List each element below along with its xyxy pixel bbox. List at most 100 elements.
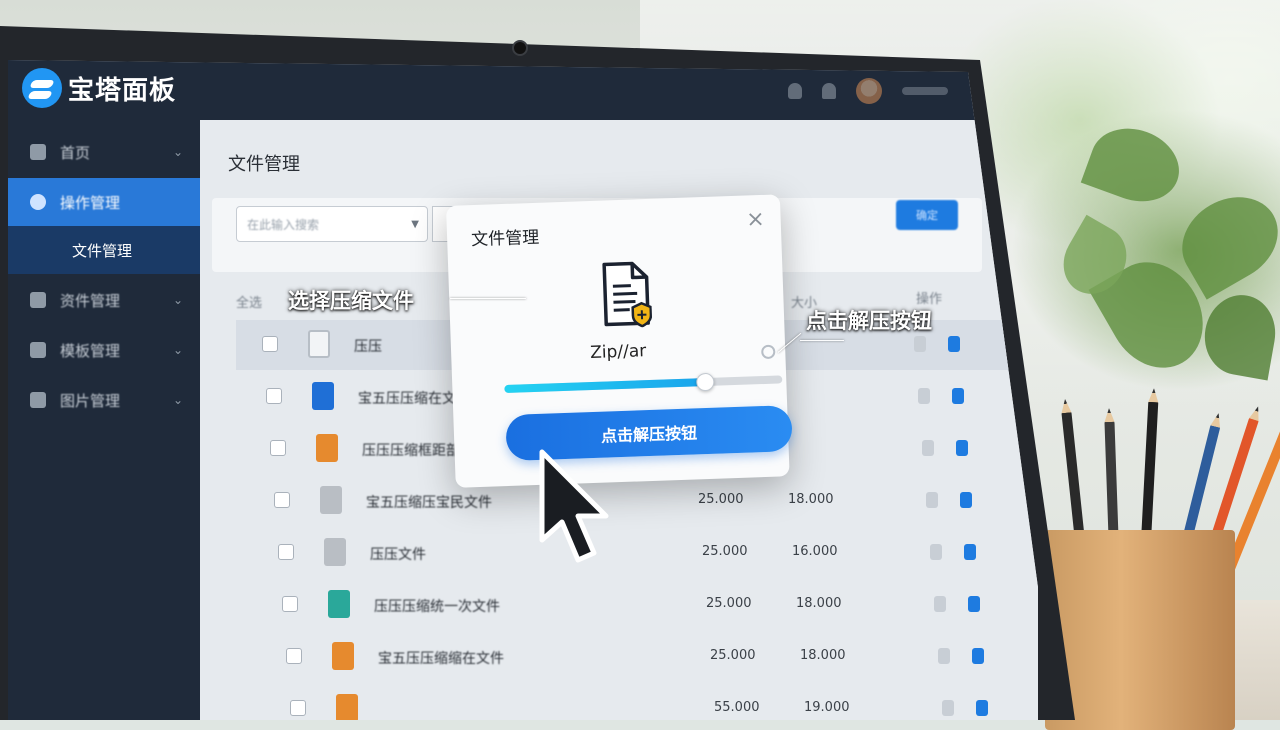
annotation-line xyxy=(800,340,844,341)
home-icon xyxy=(30,144,46,160)
table-row[interactable]: 55.000 19.000 xyxy=(264,684,1038,720)
dialog-title: 文件管理 xyxy=(471,223,540,250)
row-edit-icon[interactable] xyxy=(976,700,988,716)
sidebar-item-assets[interactable]: 资件管理 ⌄ xyxy=(8,276,200,324)
pencil-holder xyxy=(1045,530,1235,730)
file-size: 25.000 xyxy=(710,648,756,663)
row-edit-icon[interactable] xyxy=(972,648,984,664)
row-checkbox[interactable] xyxy=(286,648,302,664)
file-name: 压压压缩统一次文件 xyxy=(374,596,500,616)
row-action-icon[interactable] xyxy=(930,544,942,560)
progress-fill xyxy=(504,378,704,393)
file-type-label: Zip//ar xyxy=(451,336,785,368)
row-action-icon[interactable] xyxy=(934,596,946,612)
row-action-icon[interactable] xyxy=(922,440,934,456)
file-icon xyxy=(324,538,346,566)
file-size: 25.000 xyxy=(706,596,752,611)
sidebar-item-images[interactable]: 图片管理 ⌄ xyxy=(8,376,200,424)
row-edit-icon[interactable] xyxy=(964,544,976,560)
user-icon[interactable] xyxy=(788,83,802,99)
radio-icon[interactable] xyxy=(761,345,775,359)
file-date: 18.000 xyxy=(796,596,842,611)
slider-handle[interactable] xyxy=(696,373,715,392)
file-icon xyxy=(320,486,342,514)
select-all-label[interactable]: 全选 xyxy=(236,292,262,311)
mouse-pointer-icon xyxy=(536,448,616,570)
asset-icon xyxy=(30,292,46,308)
row-action-icon[interactable] xyxy=(938,648,950,664)
file-icon xyxy=(308,330,330,358)
row-checkbox[interactable] xyxy=(266,388,282,404)
chevron-down-icon: ▼ xyxy=(411,219,419,230)
row-action-icon[interactable] xyxy=(914,336,926,352)
file-date: 19.000 xyxy=(804,700,850,715)
file-name: 压压压缩框距部 xyxy=(362,440,460,460)
file-icon xyxy=(336,694,358,720)
annotation-line xyxy=(450,298,526,299)
row-checkbox[interactable] xyxy=(262,336,278,352)
row-checkbox[interactable] xyxy=(274,492,290,508)
file-name: 宝五压压缩缩在文件 xyxy=(378,648,504,668)
sidebar-item-templates[interactable]: 模板管理 ⌄ xyxy=(8,326,200,374)
table-row[interactable]: 压压文件25.00016.000 xyxy=(252,528,1038,578)
file-icon xyxy=(312,382,334,410)
file-date: 18.000 xyxy=(788,492,834,507)
sidebar-item-file-manager[interactable]: 文件管理 xyxy=(8,226,200,274)
extract-dialog: 文件管理 × Zip//ar 点击解压按钮 xyxy=(446,194,790,487)
row-action-icon[interactable] xyxy=(918,388,930,404)
row-edit-icon[interactable] xyxy=(952,388,964,404)
bell-icon[interactable] xyxy=(822,83,836,99)
file-icon xyxy=(332,642,354,670)
annotation-click-extract: 点击解压按钮 xyxy=(806,305,932,335)
sidebar-item-label: 首页 xyxy=(60,142,90,163)
logo-icon xyxy=(22,68,62,108)
row-edit-icon[interactable] xyxy=(960,492,972,508)
chevron-down-icon: ⌄ xyxy=(173,145,183,159)
progress-slider[interactable] xyxy=(504,375,782,393)
table-row[interactable]: 宝五压缩压宝民文件 25.000 18.000 xyxy=(248,476,1038,526)
row-checkbox[interactable] xyxy=(278,544,294,560)
file-name: 宝五压缩压宝民文件 xyxy=(366,492,492,512)
row-action-icon[interactable] xyxy=(942,700,954,716)
image-icon xyxy=(30,392,46,408)
file-size: 55.000 xyxy=(714,700,760,715)
chevron-down-icon: ⌄ xyxy=(173,393,183,407)
sidebar-item-label: 资件管理 xyxy=(60,290,120,311)
logo-text: 宝塔面板 xyxy=(68,70,176,107)
row-edit-icon[interactable] xyxy=(956,440,968,456)
avatar[interactable] xyxy=(856,78,882,104)
confirm-button[interactable]: 确定 xyxy=(896,200,958,230)
sidebar-item-home[interactable]: 首页 ⌄ xyxy=(8,128,200,176)
operations-icon xyxy=(30,194,46,210)
row-edit-icon[interactable] xyxy=(968,596,980,612)
search-placeholder: 在此输入搜索 xyxy=(247,216,319,233)
top-icons xyxy=(788,78,948,104)
chevron-down-icon: ⌄ xyxy=(173,343,183,357)
row-checkbox[interactable] xyxy=(270,440,286,456)
row-action-icon[interactable] xyxy=(926,492,938,508)
webcam xyxy=(512,40,528,56)
table-row[interactable]: 压压压缩统一次文件 25.000 18.000 xyxy=(256,580,1038,630)
file-name: 压压文件 xyxy=(370,544,426,564)
zip-file-icon xyxy=(600,261,652,329)
row-edit-icon[interactable] xyxy=(948,336,960,352)
file-icon xyxy=(316,434,338,462)
chevron-down-icon: ⌄ xyxy=(173,293,183,307)
file-date: 18.000 xyxy=(800,648,846,663)
search-input[interactable]: 在此输入搜索 ▼ xyxy=(236,206,428,242)
table-row[interactable]: 宝五压压缩缩在文件 25.000 18.000 xyxy=(260,632,1038,682)
file-size: 25.000 xyxy=(702,544,748,559)
template-icon xyxy=(30,342,46,358)
sidebar: 首页 ⌄ 操作管理 文件管理 资件管理 ⌄ 模板管理 ⌄ 图片管理 ⌄ xyxy=(8,120,200,720)
file-size: 25.000 xyxy=(698,492,744,507)
sidebar-item-operations[interactable]: 操作管理 xyxy=(8,178,200,226)
sidebar-item-label: 文件管理 xyxy=(72,240,132,261)
file-icon xyxy=(328,590,350,618)
row-checkbox[interactable] xyxy=(282,596,298,612)
row-checkbox[interactable] xyxy=(290,700,306,716)
sidebar-item-label: 模板管理 xyxy=(60,340,120,361)
file-name: 压压 xyxy=(354,336,382,356)
sidebar-item-label: 图片管理 xyxy=(60,390,120,411)
close-icon[interactable]: × xyxy=(746,207,765,233)
annotation-select-file: 选择压缩文件 xyxy=(288,285,414,315)
